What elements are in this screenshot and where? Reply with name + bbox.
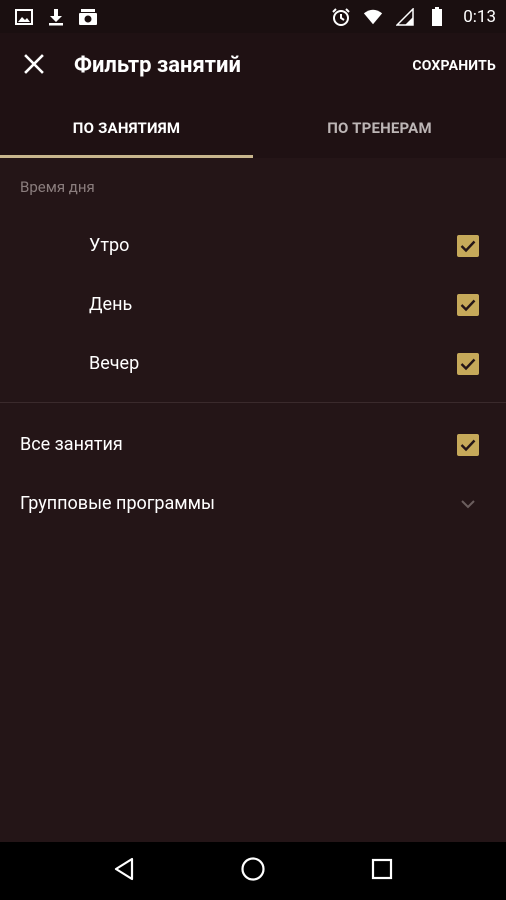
check-icon xyxy=(460,439,476,451)
home-button[interactable] xyxy=(233,851,273,891)
section-header-time-of-day: Время дня xyxy=(20,178,95,196)
option-label: День xyxy=(89,294,133,315)
screen: 0:13 Фильтр занятий СОХРАНИТЬ ПО ЗАНЯТИЯ… xyxy=(0,0,506,900)
status-time: 0:13 xyxy=(463,6,496,27)
chevron-down-icon xyxy=(457,493,479,515)
option-morning[interactable]: Утро xyxy=(0,216,506,275)
option-label: Утро xyxy=(89,235,130,256)
tab-label: ПО ЗАНЯТИЯМ xyxy=(72,119,181,137)
filter-content: Время дня Утро День Вечер Все занятия Гр… xyxy=(0,158,506,533)
back-icon xyxy=(113,857,135,885)
status-bar-right: 0:13 xyxy=(331,6,496,27)
morning-checkbox[interactable] xyxy=(457,234,479,257)
signal-icon xyxy=(395,7,415,27)
option-day[interactable]: День xyxy=(0,275,506,334)
recents-icon xyxy=(371,858,393,884)
tab-bar: ПО ЗАНЯТИЯМ ПО ТРЕНЕРАМ xyxy=(0,98,506,158)
recents-button[interactable] xyxy=(362,851,402,891)
option-label: Вечер xyxy=(89,353,140,374)
close-button[interactable] xyxy=(0,33,68,98)
all-classes-checkbox[interactable] xyxy=(457,433,479,456)
day-checkbox[interactable] xyxy=(457,293,479,316)
alarm-icon xyxy=(331,7,351,27)
option-label: Групповые программы xyxy=(20,493,215,514)
back-button[interactable] xyxy=(104,851,144,891)
status-bar-left xyxy=(14,7,98,27)
home-icon xyxy=(240,856,266,886)
photo-album-icon xyxy=(78,7,98,27)
check-icon xyxy=(460,240,476,252)
tab-label: ПО ТРЕНЕРАМ xyxy=(327,119,432,137)
section-divider xyxy=(0,402,506,403)
image-icon xyxy=(14,7,34,27)
option-all-classes[interactable]: Все занятия xyxy=(0,415,506,474)
navigation-bar xyxy=(0,842,506,900)
group-programs-dropdown[interactable]: Групповые программы xyxy=(0,474,506,533)
page-title: Фильтр занятий xyxy=(74,53,241,78)
check-icon xyxy=(460,358,476,370)
status-bar: 0:13 xyxy=(0,0,506,33)
download-icon xyxy=(46,7,66,27)
toolbar: Фильтр занятий СОХРАНИТЬ xyxy=(0,33,506,98)
tab-by-classes[interactable]: ПО ЗАНЯТИЯМ xyxy=(0,98,253,158)
save-button[interactable]: СОХРАНИТЬ xyxy=(402,58,506,74)
evening-checkbox[interactable] xyxy=(457,352,479,375)
wifi-icon xyxy=(363,7,383,27)
tab-by-trainers[interactable]: ПО ТРЕНЕРАМ xyxy=(253,98,506,158)
option-evening[interactable]: Вечер xyxy=(0,334,506,393)
battery-icon xyxy=(427,6,447,27)
check-icon xyxy=(460,299,476,311)
close-icon xyxy=(24,53,44,78)
option-label: Все занятия xyxy=(20,434,123,455)
